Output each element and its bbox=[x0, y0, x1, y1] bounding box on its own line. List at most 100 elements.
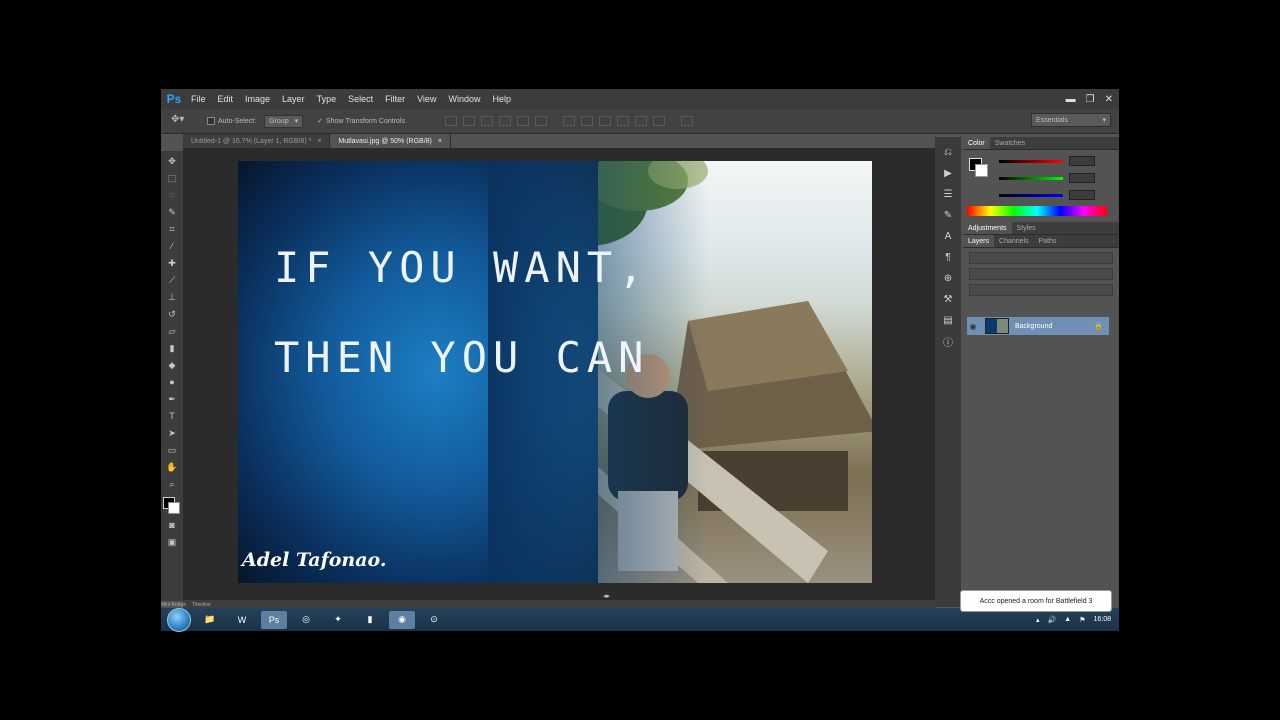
history-icon[interactable]: ⎌ bbox=[942, 146, 954, 158]
network-icon[interactable]: ▲ bbox=[1064, 616, 1071, 623]
healing-brush-tool-icon[interactable]: ✚ bbox=[165, 256, 179, 270]
workspace-switcher[interactable]: Essentials ▾ bbox=[1031, 113, 1111, 127]
tab-channels[interactable]: Channels bbox=[994, 238, 1034, 245]
color-panel-swatch[interactable] bbox=[969, 158, 988, 177]
move-tool-preset-icon[interactable]: ✥▾ bbox=[171, 114, 193, 128]
gradient-tool-icon[interactable]: ▮ bbox=[165, 341, 179, 355]
layer-filter[interactable] bbox=[969, 252, 1113, 264]
notification-toast[interactable]: Accc opened a room for Battlefield 3 bbox=[960, 590, 1112, 612]
clone-source-icon[interactable]: ⊕ bbox=[942, 272, 954, 284]
auto-align-icon[interactable] bbox=[680, 116, 693, 126]
character-icon[interactable]: A bbox=[942, 230, 954, 242]
scroll-handle[interactable]: ◂▸ bbox=[603, 592, 633, 600]
align-center-icon[interactable] bbox=[516, 116, 529, 126]
menu-edit[interactable]: Edit bbox=[212, 94, 240, 104]
zoom-tool-icon[interactable]: ⌕ bbox=[165, 477, 179, 491]
menu-file[interactable]: File bbox=[185, 94, 212, 104]
color-spectrum[interactable] bbox=[967, 206, 1107, 216]
info-icon[interactable]: ⓘ bbox=[942, 335, 954, 349]
tab-color[interactable]: Color bbox=[963, 137, 990, 149]
auto-select-dropdown[interactable]: Group ▾ bbox=[264, 114, 304, 128]
align-right-icon[interactable] bbox=[534, 116, 547, 126]
eraser-tool-icon[interactable]: ▱ bbox=[165, 324, 179, 338]
green-slider[interactable] bbox=[999, 177, 1063, 180]
color-swatches[interactable] bbox=[163, 497, 181, 515]
tab-adjustments[interactable]: Adjustments bbox=[963, 222, 1012, 234]
red-slider[interactable] bbox=[999, 160, 1063, 163]
word-icon[interactable]: W bbox=[229, 611, 255, 629]
app-icon[interactable]: ▮ bbox=[357, 611, 383, 629]
dodge-tool-icon[interactable]: ● bbox=[165, 375, 179, 389]
shape-tool-icon[interactable]: ▭ bbox=[165, 443, 179, 457]
move-tool-icon[interactable]: ✥ bbox=[165, 154, 179, 168]
auto-select-checkbox[interactable]: Auto-Select: bbox=[207, 117, 256, 125]
restore-button[interactable]: ❐ bbox=[1086, 94, 1095, 105]
blur-tool-icon[interactable]: ◆ bbox=[165, 358, 179, 372]
paragraph-icon[interactable]: ¶ bbox=[942, 251, 954, 263]
explorer-icon[interactable]: 📁 bbox=[197, 611, 223, 629]
type-tool-icon[interactable]: T bbox=[165, 409, 179, 423]
brush-tool-icon[interactable]: ⟋ bbox=[165, 273, 179, 287]
menu-filter[interactable]: Filter bbox=[379, 94, 411, 104]
distribute-middle-icon[interactable] bbox=[580, 116, 593, 126]
path-select-tool-icon[interactable]: ➤ bbox=[165, 426, 179, 440]
screen-mode-icon[interactable]: ▣ bbox=[165, 535, 179, 549]
tab-swatches[interactable]: Swatches bbox=[990, 140, 1030, 147]
distribute-top-icon[interactable] bbox=[562, 116, 575, 126]
network-app-icon[interactable]: ⊙ bbox=[421, 611, 447, 629]
properties-icon[interactable]: ☰ bbox=[942, 188, 954, 200]
volume-icon[interactable]: 🔊 bbox=[1048, 616, 1057, 624]
menu-image[interactable]: Image bbox=[239, 94, 276, 104]
blue-slider[interactable] bbox=[999, 194, 1063, 197]
menu-view[interactable]: View bbox=[411, 94, 442, 104]
menu-window[interactable]: Window bbox=[442, 94, 486, 104]
tab-styles[interactable]: Styles bbox=[1012, 225, 1041, 232]
background-color[interactable] bbox=[975, 164, 988, 177]
quick-mask-icon[interactable]: ◙ bbox=[165, 518, 179, 532]
brush-presets-icon[interactable]: ✎ bbox=[942, 209, 954, 221]
eye-icon[interactable]: ◉ bbox=[967, 322, 979, 331]
close-button[interactable]: ✕ bbox=[1105, 94, 1113, 105]
menu-type[interactable]: Type bbox=[311, 94, 343, 104]
quick-select-tool-icon[interactable]: ✎ bbox=[165, 205, 179, 219]
minimize-button[interactable]: ▬ bbox=[1066, 94, 1076, 105]
distribute-bottom-icon[interactable] bbox=[598, 116, 611, 126]
tray-arrow-icon[interactable]: ▴ bbox=[1036, 616, 1040, 624]
pen-tool-icon[interactable]: ✒ bbox=[165, 392, 179, 406]
canvas-area[interactable]: IF YOU WANT, THEN YOU CAN Adel Tafonao. … bbox=[183, 148, 935, 600]
align-top-icon[interactable] bbox=[444, 116, 457, 126]
close-tab-icon[interactable]: × bbox=[438, 138, 442, 145]
document-canvas[interactable]: IF YOU WANT, THEN YOU CAN Adel Tafonao. bbox=[238, 161, 872, 583]
clone-stamp-tool-icon[interactable]: ⊥ bbox=[165, 290, 179, 304]
lasso-tool-icon[interactable]: ◌ bbox=[165, 188, 179, 202]
chrome-icon[interactable]: ◎ bbox=[293, 611, 319, 629]
blue-value[interactable] bbox=[1069, 190, 1095, 200]
clock[interactable]: 16:08 bbox=[1093, 616, 1111, 623]
menu-layer[interactable]: Layer bbox=[276, 94, 311, 104]
align-left-icon[interactable] bbox=[498, 116, 511, 126]
menu-help[interactable]: Help bbox=[486, 94, 517, 104]
photoshop-taskbar-icon[interactable]: Ps bbox=[261, 610, 287, 629]
show-transform-checkbox[interactable]: ✓ Show Transform Controls bbox=[317, 117, 405, 126]
lock-fill-controls[interactable] bbox=[969, 284, 1113, 296]
align-bottom-icon[interactable] bbox=[480, 116, 493, 126]
tab-mutlavasi[interactable]: Mutlavasi.jpg @ 50% (RGB/8) × bbox=[330, 134, 451, 148]
blend-mode-opacity[interactable] bbox=[969, 268, 1113, 280]
tab-layers[interactable]: Layers bbox=[963, 235, 995, 247]
red-value[interactable] bbox=[1069, 156, 1095, 166]
tab-paths[interactable]: Paths bbox=[1034, 238, 1062, 245]
flag-icon[interactable]: ⚑ bbox=[1079, 616, 1085, 624]
tool-presets-icon[interactable]: ⚒ bbox=[942, 293, 954, 305]
eyedropper-tool-icon[interactable]: ⁄ bbox=[165, 239, 179, 253]
background-color[interactable] bbox=[168, 502, 180, 514]
distribute-center-icon[interactable] bbox=[634, 116, 647, 126]
align-middle-icon[interactable] bbox=[462, 116, 475, 126]
layer-background[interactable]: ◉ Background 🔒 bbox=[967, 317, 1109, 335]
menu-select[interactable]: Select bbox=[342, 94, 379, 104]
green-value[interactable] bbox=[1069, 173, 1095, 183]
browser-icon[interactable]: ◉ bbox=[389, 610, 415, 629]
start-button[interactable] bbox=[167, 607, 191, 632]
distribute-right-icon[interactable] bbox=[652, 116, 665, 126]
acrobat-icon[interactable]: ✦ bbox=[325, 611, 351, 629]
marquee-tool-icon[interactable]: ⬚ bbox=[165, 171, 179, 185]
